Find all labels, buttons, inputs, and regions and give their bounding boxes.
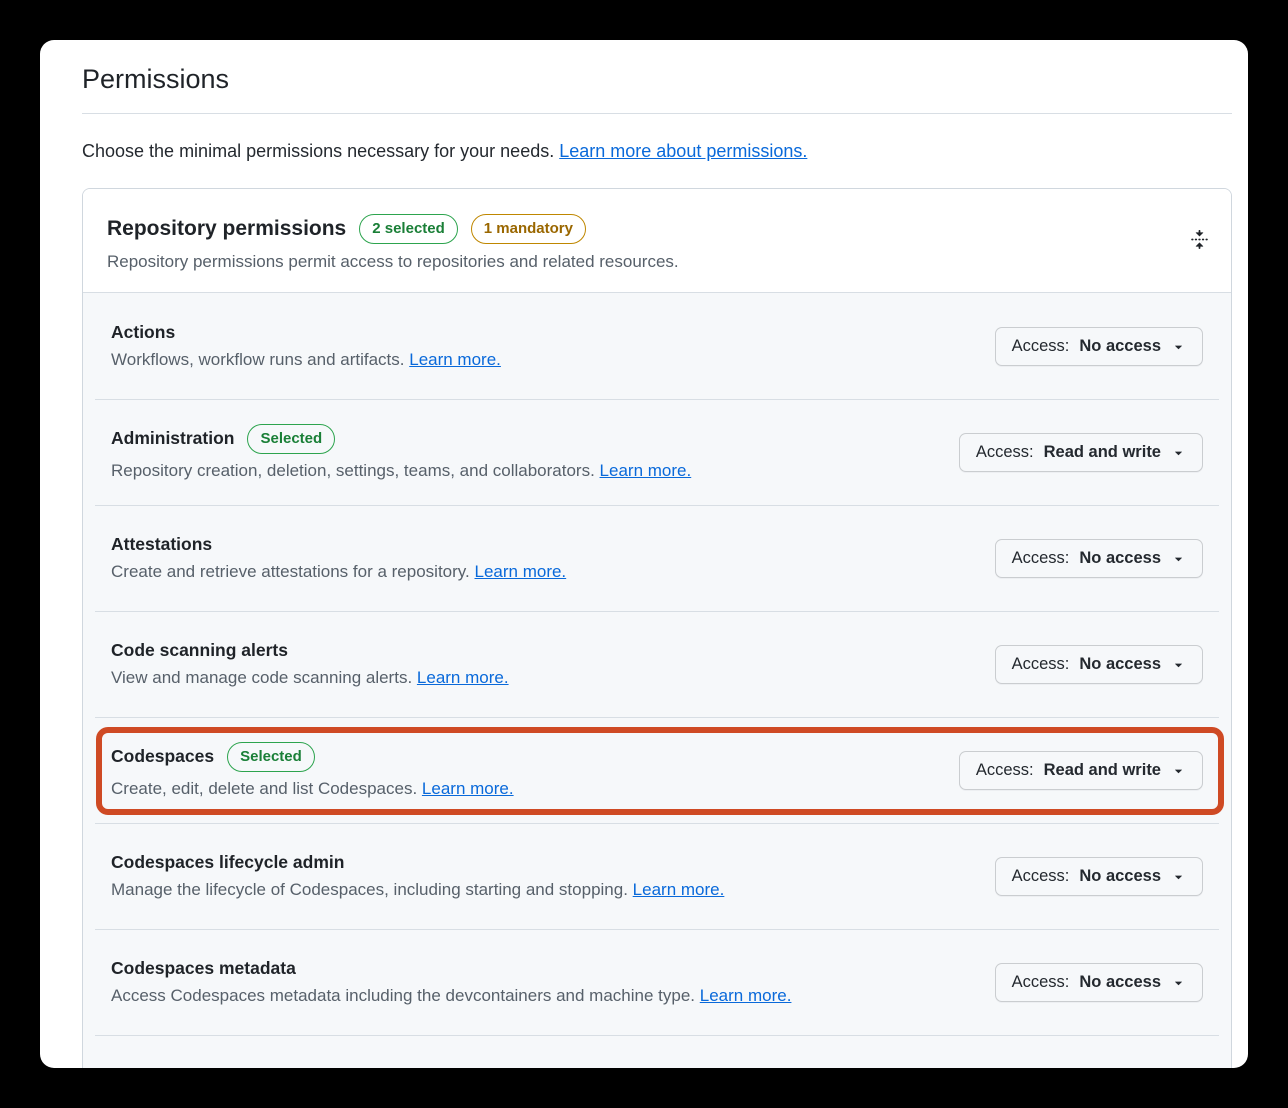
learn-more-link[interactable]: Learn more.: [422, 779, 514, 798]
permission-description: Repository creation, deletion, settings,…: [111, 461, 595, 480]
permission-title: Code scanning alerts: [111, 640, 288, 661]
section-title: Repository permissions: [107, 217, 346, 241]
chevron-down-icon: [1171, 975, 1186, 990]
permission-row-actions: Actions Workflows, workflow runs and art…: [83, 293, 1231, 399]
permission-row-administration: Administration Selected Repository creat…: [83, 399, 1231, 505]
access-label: Access:: [976, 443, 1034, 462]
access-label: Access:: [1012, 867, 1070, 886]
permission-title: Attestations: [111, 534, 212, 555]
selected-count-badge: 2 selected: [359, 214, 458, 244]
access-label: Access:: [1012, 973, 1070, 992]
selected-badge: Selected: [247, 424, 335, 454]
access-value: No access: [1079, 337, 1161, 356]
section-subtitle: Repository permissions permit access to …: [107, 252, 1171, 272]
permission-description: Create, edit, delete and list Codespaces…: [111, 779, 417, 798]
access-label: Access:: [976, 761, 1034, 780]
access-dropdown-code-scanning-alerts[interactable]: Access: No access: [995, 645, 1203, 684]
permission-row-code-scanning-alerts: Code scanning alerts View and manage cod…: [83, 611, 1231, 717]
access-value: Read and write: [1044, 761, 1161, 780]
selected-badge: Selected: [227, 742, 315, 772]
permission-description: Workflows, workflow runs and artifacts.: [111, 350, 405, 369]
access-dropdown-codespaces-lifecycle-admin[interactable]: Access: No access: [995, 857, 1203, 896]
intro-text-body: Choose the minimal permissions necessary…: [82, 141, 554, 161]
chevron-down-icon: [1171, 551, 1186, 566]
permission-title: Administration: [111, 428, 234, 449]
page-title: Permissions: [82, 40, 1232, 114]
permission-title: Codespaces: [111, 746, 214, 767]
access-dropdown-codespaces[interactable]: Access: Read and write: [959, 751, 1203, 790]
learn-more-link[interactable]: Learn more.: [700, 986, 792, 1005]
access-dropdown-actions[interactable]: Access: No access: [995, 327, 1203, 366]
access-value: No access: [1079, 655, 1161, 674]
access-label: Access:: [1012, 549, 1070, 568]
chevron-down-icon: [1171, 869, 1186, 884]
permission-description: Create and retrieve attestations for a r…: [111, 562, 470, 581]
permission-row-codespaces: Codespaces Selected Create, edit, delete…: [83, 717, 1231, 823]
learn-more-link[interactable]: Learn more.: [409, 350, 501, 369]
permission-row-cutoff: [83, 1035, 1231, 1068]
repository-permissions-header: Repository permissions 2 selected 1 mand…: [83, 189, 1231, 292]
chevron-down-icon: [1171, 339, 1186, 354]
repository-permissions-section: Repository permissions 2 selected 1 mand…: [82, 188, 1232, 1068]
mandatory-count-badge: 1 mandatory: [471, 214, 586, 244]
access-label: Access:: [1012, 655, 1070, 674]
access-value: No access: [1079, 549, 1161, 568]
permission-description: View and manage code scanning alerts.: [111, 668, 412, 687]
permissions-list: Actions Workflows, workflow runs and art…: [83, 292, 1231, 1068]
learn-more-link[interactable]: Learn more.: [600, 461, 692, 480]
intro-text: Choose the minimal permissions necessary…: [82, 141, 1232, 162]
permission-title: Codespaces lifecycle admin: [111, 852, 344, 873]
learn-more-link[interactable]: Learn more.: [475, 562, 567, 581]
permission-row-codespaces-lifecycle-admin: Codespaces lifecycle admin Manage the li…: [83, 823, 1231, 929]
learn-more-link[interactable]: Learn more.: [633, 880, 725, 899]
fold-collapse-button[interactable]: [1190, 229, 1209, 248]
permission-description: Access Codespaces metadata including the…: [111, 986, 695, 1005]
access-value: Read and write: [1044, 443, 1161, 462]
fold-icon: [1190, 236, 1209, 251]
permissions-panel: Permissions Choose the minimal permissio…: [40, 40, 1248, 1068]
permission-row-codespaces-metadata: Codespaces metadata Access Codespaces me…: [83, 929, 1231, 1035]
chevron-down-icon: [1171, 763, 1186, 778]
permission-title: Actions: [111, 322, 175, 343]
access-dropdown-attestations[interactable]: Access: No access: [995, 539, 1203, 578]
access-dropdown-codespaces-metadata[interactable]: Access: No access: [995, 963, 1203, 1002]
access-value: No access: [1079, 867, 1161, 886]
chevron-down-icon: [1171, 445, 1186, 460]
access-label: Access:: [1012, 337, 1070, 356]
permission-description: Manage the lifecycle of Codespaces, incl…: [111, 880, 628, 899]
learn-more-about-permissions-link[interactable]: Learn more about permissions.: [559, 141, 807, 161]
permission-row-attestations: Attestations Create and retrieve attesta…: [83, 505, 1231, 611]
permission-title: Codespaces metadata: [111, 958, 296, 979]
chevron-down-icon: [1171, 657, 1186, 672]
access-dropdown-administration[interactable]: Access: Read and write: [959, 433, 1203, 472]
learn-more-link[interactable]: Learn more.: [417, 668, 509, 687]
access-value: No access: [1079, 973, 1161, 992]
